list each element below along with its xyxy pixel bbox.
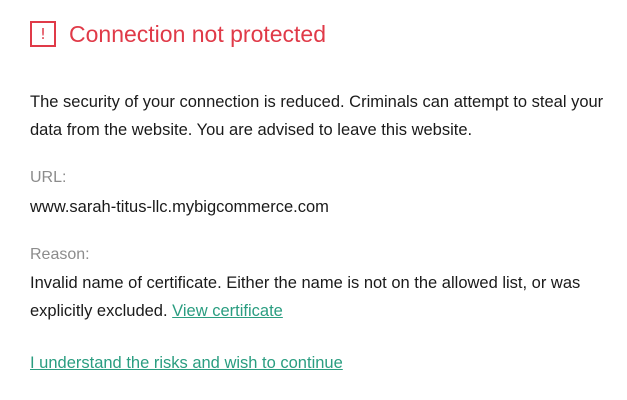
reason-block: Invalid name of certificate. Either the … <box>30 269 610 325</box>
reason-text: Invalid name of certificate. Either the … <box>30 274 581 320</box>
warning-description: The security of your connection is reduc… <box>30 93 604 139</box>
continue-anyway-link[interactable]: I understand the risks and wish to conti… <box>30 350 343 376</box>
view-certificate-link[interactable]: View certificate <box>172 302 283 320</box>
page-title: Connection not protected <box>69 21 327 47</box>
url-value: www.sarah-titus-llc.mybigcommerce.com <box>30 198 329 216</box>
warning-header: ! Connection not protected <box>30 19 326 49</box>
reason-label: Reason: <box>30 246 90 263</box>
warning-exclamation-icon: ! <box>30 21 56 47</box>
url-label: URL: <box>30 169 67 186</box>
warning-icon-glyph: ! <box>39 24 46 43</box>
